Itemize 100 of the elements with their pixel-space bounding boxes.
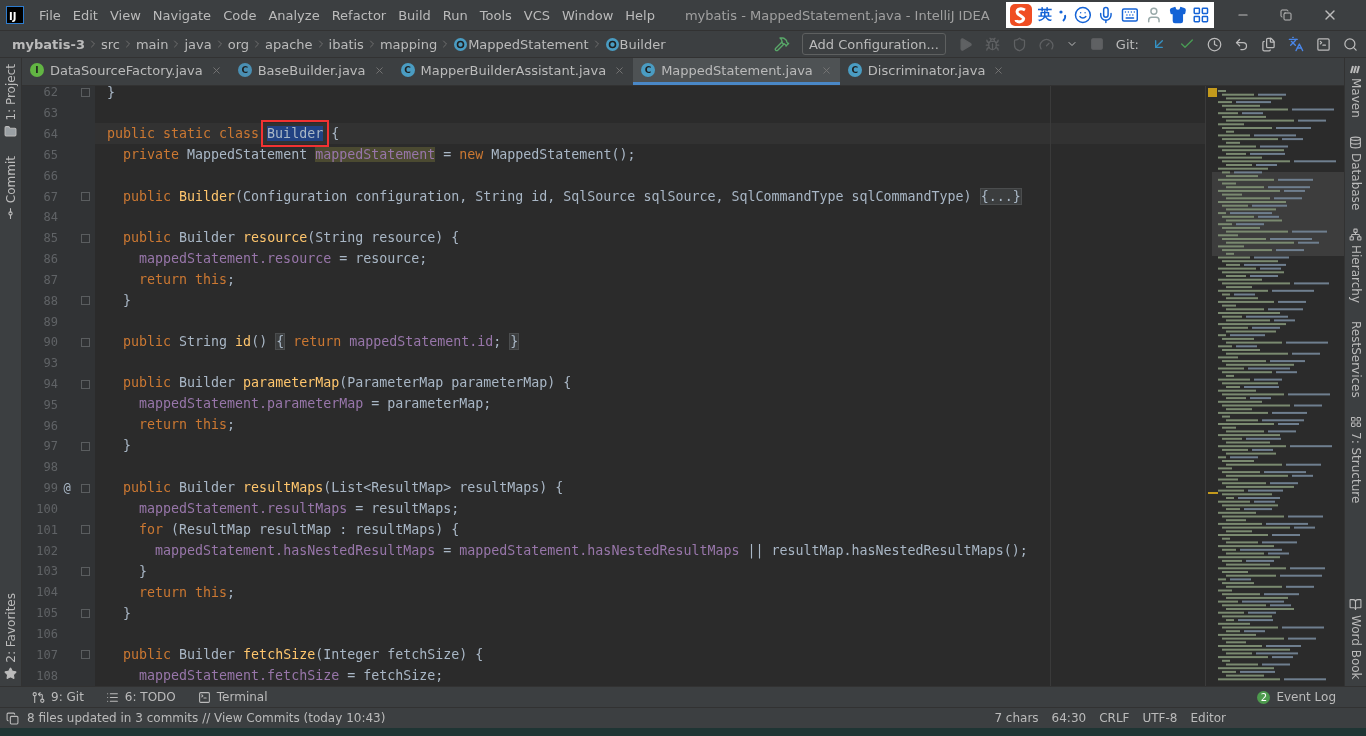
grid-icon[interactable] xyxy=(1192,6,1211,24)
status-item[interactable]: Editor xyxy=(1190,711,1226,725)
menu-item[interactable]: File xyxy=(33,7,67,23)
menu-item[interactable]: Refactor xyxy=(325,7,393,23)
fold-icon[interactable] xyxy=(81,296,90,306)
status-item[interactable]: CRLF xyxy=(1099,711,1130,725)
code-line: private MappedStatement mappedStatement = new MappedStatement(); xyxy=(122,146,637,165)
fold-icon[interactable] xyxy=(81,525,90,535)
code-line: } xyxy=(122,437,133,456)
run-icon[interactable] xyxy=(957,36,973,52)
class-icon xyxy=(604,36,620,52)
status-icon[interactable] xyxy=(6,711,19,725)
shirt-icon[interactable] xyxy=(1168,6,1187,24)
event-log-button[interactable]: Event Log xyxy=(1276,690,1336,704)
tool-window-button[interactable]: Commit xyxy=(3,155,18,203)
menu-item[interactable]: Build xyxy=(392,7,437,23)
fold-icon[interactable] xyxy=(81,192,90,202)
code-line: public Builder parameterMap(ParameterMap parameterMap) { xyxy=(122,374,573,393)
tool-window-button[interactable]: RestServices xyxy=(1348,321,1363,398)
menu-item[interactable]: Help xyxy=(619,7,661,23)
status-message[interactable]: 8 files updated in 3 commits // View Commits (today 10:43) xyxy=(27,711,386,725)
tool-window-button[interactable]: 2: Favorites xyxy=(3,593,18,663)
fold-icon[interactable] xyxy=(81,566,90,576)
maven-icon[interactable] xyxy=(1349,64,1362,74)
breadcrumb[interactable]: apache xyxy=(265,36,313,52)
status-item[interactable]: UTF-8 xyxy=(1142,711,1178,725)
coverage-icon[interactable] xyxy=(1011,36,1027,52)
code-line: public Builder resource(String resource) { xyxy=(122,228,461,247)
star-icon[interactable] xyxy=(4,667,17,680)
status-item[interactable]: 7 chars xyxy=(994,711,1039,725)
tool-window-button[interactable]: 1: Project xyxy=(3,64,18,121)
rollback-icon[interactable] xyxy=(1234,36,1249,52)
code-line: } xyxy=(122,604,133,623)
tool-window-button[interactable]: Word Book xyxy=(1348,615,1363,680)
code-line: for (ResultMap resultMap : resultMaps) { xyxy=(138,520,461,539)
notification-count: 2 xyxy=(1257,690,1271,704)
breadcrumb[interactable]: mybatis-3 xyxy=(12,36,85,52)
translate-icon[interactable] xyxy=(1288,36,1304,52)
menu-item[interactable]: Analyze xyxy=(262,7,326,23)
menu-item[interactable]: Window xyxy=(556,7,620,23)
terminal-icon[interactable] xyxy=(1316,36,1331,52)
tool-window-button[interactable]: 6: TODO xyxy=(124,690,176,704)
fold-icon[interactable] xyxy=(81,233,90,243)
tool-window-button[interactable]: Maven xyxy=(1348,78,1363,118)
fold-icon[interactable] xyxy=(81,337,90,347)
history-icon[interactable] xyxy=(1207,36,1222,52)
debug-icon[interactable] xyxy=(984,36,1000,52)
editor-tab[interactable]: C MappedStatement.java xyxy=(633,58,840,85)
search-icon[interactable] xyxy=(1343,36,1358,52)
keyboard-icon[interactable] xyxy=(1121,6,1139,24)
breadcrumb[interactable]: main xyxy=(135,36,169,52)
menu-item[interactable]: Run xyxy=(436,7,474,23)
branch-icon[interactable] xyxy=(32,690,45,704)
hierarchy-icon[interactable] xyxy=(1349,228,1362,242)
structure-icon[interactable] xyxy=(1349,415,1362,428)
tool-window-button[interactable]: 9: Git xyxy=(51,690,84,704)
breadcrumb[interactable]: ibatis xyxy=(328,36,364,52)
breadcrumb[interactable]: org xyxy=(227,36,249,52)
menu-item[interactable]: VCS xyxy=(517,7,557,23)
code-line: return this; xyxy=(138,270,237,289)
hammer-icon[interactable] xyxy=(773,36,790,52)
fold-icon[interactable] xyxy=(81,379,90,389)
code-line: mappedStatement.hasNestedResultMaps = mappedStatement.hasNestedResultMaps || resultMap.hasNestedResultMaps(); xyxy=(154,541,1029,561)
menu-item[interactable]: Tools xyxy=(473,7,518,23)
fold-icon[interactable] xyxy=(81,87,90,97)
breadcrumb[interactable]: mapping xyxy=(379,36,438,52)
emoji-icon[interactable] xyxy=(1073,6,1092,24)
breadcrumb[interactable]: java xyxy=(184,36,212,52)
app-logo: IJ xyxy=(6,6,24,24)
menu-item[interactable]: Navigate xyxy=(146,7,218,23)
fold-icon[interactable] xyxy=(81,483,90,493)
window-title: mybatis - MappedStatement.java - IntelliJ IDEA xyxy=(684,7,990,23)
code-line: public Builder resultMaps(List<ResultMap> resultMaps) { xyxy=(122,478,565,497)
menu-item[interactable]: Code xyxy=(217,7,263,23)
breadcrumb[interactable]: Builder xyxy=(619,36,666,52)
profile-icon[interactable] xyxy=(1038,36,1054,52)
menu-item[interactable]: View xyxy=(103,7,147,23)
tool-window-button[interactable]: 7: Structure xyxy=(1348,431,1363,504)
list-icon[interactable] xyxy=(105,690,119,704)
code-line: mappedStatement.resultMaps = resultMaps; xyxy=(138,499,461,518)
ime-logo-icon[interactable] xyxy=(1010,4,1032,26)
tool-window-button[interactable]: Terminal xyxy=(216,690,268,704)
breadcrumb[interactable]: src xyxy=(100,36,120,52)
tool-window-button[interactable]: Database xyxy=(1348,152,1363,211)
stop-icon[interactable] xyxy=(1089,37,1104,51)
restore-icon[interactable] xyxy=(1280,9,1292,21)
fold-icon[interactable] xyxy=(81,442,90,451)
fold-icon[interactable] xyxy=(81,608,90,618)
run-configuration-button[interactable]: Add Configuration... xyxy=(801,33,946,55)
database-icon[interactable] xyxy=(1349,135,1362,149)
ime-language[interactable]: 英 xyxy=(1037,6,1052,24)
terminal-icon[interactable] xyxy=(197,690,211,704)
breadcrumb[interactable]: MappedStatement xyxy=(468,36,589,52)
code-line: public String id() { return mappedStatement.id; } xyxy=(122,332,521,353)
menu-item[interactable]: Edit xyxy=(66,7,104,23)
tool-window-button[interactable]: Hierarchy xyxy=(1348,245,1363,304)
book-icon[interactable] xyxy=(1349,598,1362,612)
code-line: return this; xyxy=(138,416,237,435)
status-item[interactable]: 64:30 xyxy=(1051,711,1087,725)
fold-icon[interactable] xyxy=(81,650,90,660)
